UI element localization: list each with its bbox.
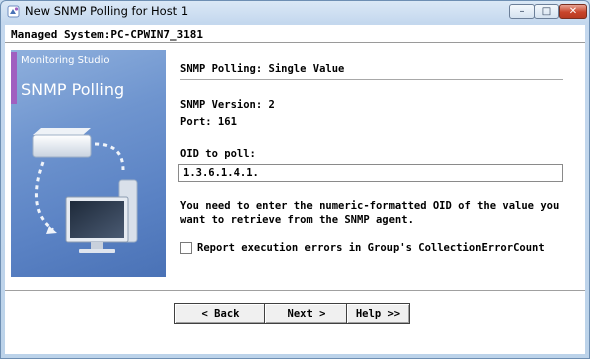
footer-divider (5, 290, 585, 292)
minimize-icon: – (519, 6, 525, 17)
help-text: You need to enter the numeric-formatted … (180, 200, 560, 226)
close-button[interactable]: ✕ (559, 4, 587, 19)
maximize-button[interactable]: □ (534, 4, 559, 19)
panel-product-name: SNMP Polling (21, 80, 125, 99)
app-icon (7, 5, 20, 18)
back-button[interactable]: < Back (174, 303, 267, 324)
minimize-button[interactable]: – (509, 4, 535, 19)
header-divider (5, 42, 585, 44)
port-text: Port: 161 (180, 116, 237, 128)
side-panel-image: Monitoring Studio SNMP Polling (11, 50, 166, 277)
maximize-icon: □ (541, 6, 552, 17)
next-button[interactable]: Next > (264, 303, 349, 324)
window-title: New SNMP Polling for Host 1 (25, 4, 189, 18)
close-icon: ✕ (568, 6, 578, 17)
oid-input[interactable] (178, 164, 563, 182)
panel-brand: Monitoring Studio (21, 55, 110, 66)
panel-accent-bar (11, 52, 17, 104)
heading-divider (180, 79, 563, 80)
report-errors-checkbox-row[interactable]: Report execution errors in Group's Colle… (180, 242, 545, 254)
server-monitor-illustration (32, 128, 138, 253)
managed-system-label: Managed System:PC-CPWIN7_3181 (11, 28, 204, 41)
oid-label: OID to poll: (180, 148, 256, 160)
title-bar[interactable]: New SNMP Polling for Host 1 – □ ✕ (1, 1, 589, 23)
snmp-version-text: SNMP Version: 2 (180, 99, 275, 111)
report-errors-label[interactable]: Report execution errors in Group's Colle… (197, 242, 545, 254)
dialog-window: New SNMP Polling for Host 1 – □ ✕ Manage… (0, 0, 590, 359)
help-button[interactable]: Help >> (346, 303, 410, 324)
page-heading: SNMP Polling: Single Value (180, 63, 345, 75)
report-errors-checkbox[interactable] (180, 242, 192, 254)
